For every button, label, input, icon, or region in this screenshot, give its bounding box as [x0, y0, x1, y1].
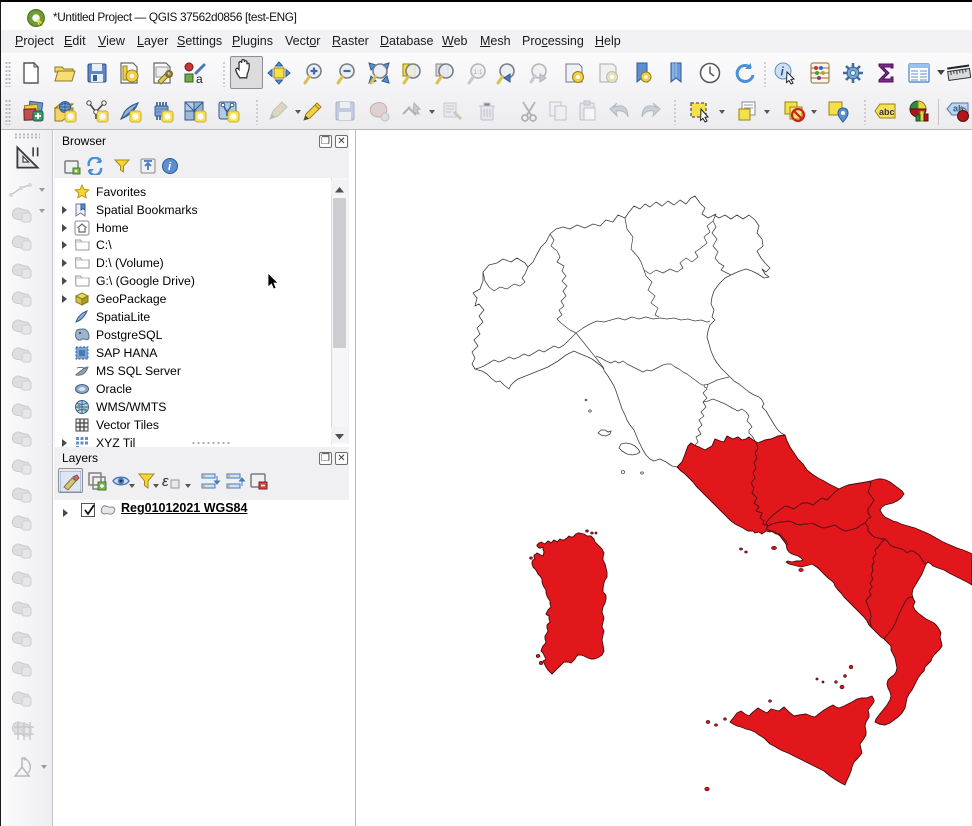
- svg-text:1:1: 1:1: [474, 69, 483, 76]
- svg-text:a: a: [196, 72, 203, 85]
- svg-text:ε: ε: [162, 473, 169, 490]
- svg-text:abc: abc: [879, 107, 895, 117]
